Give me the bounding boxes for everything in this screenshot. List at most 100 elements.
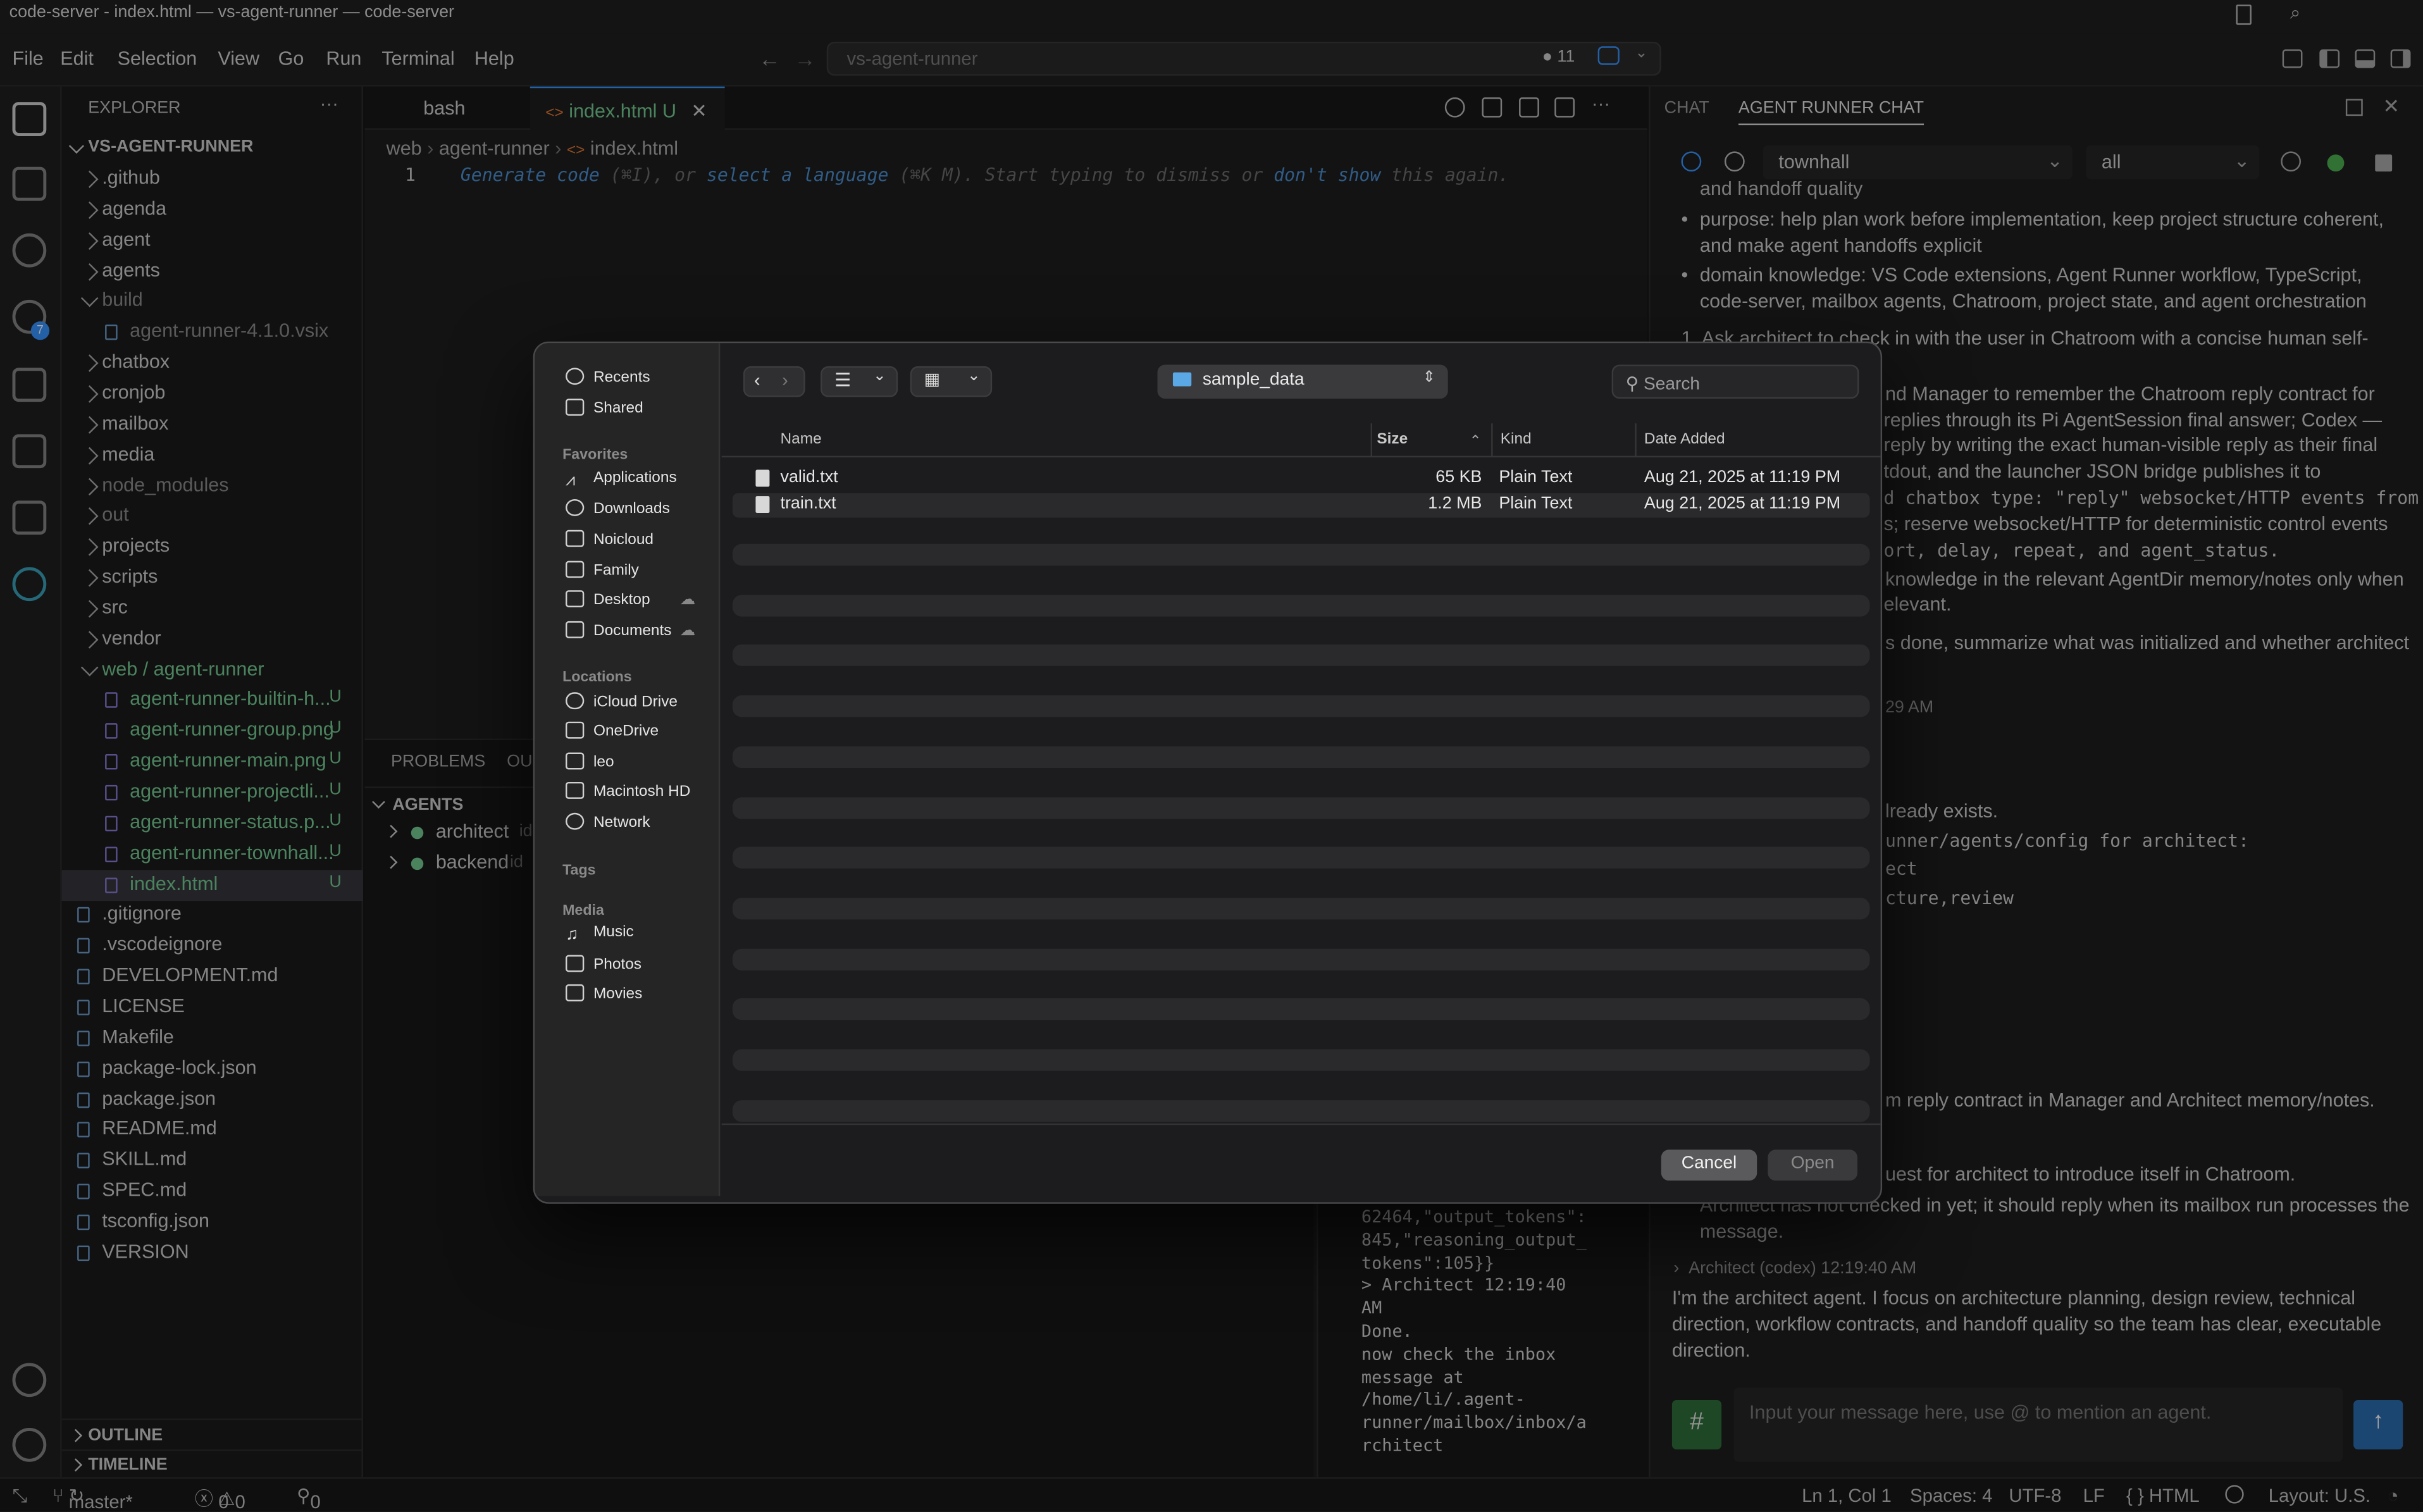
cloud-icon: ☁ [679,623,696,640]
sidebar-item-label: Movies [593,986,643,1003]
tags-heading: Tags [562,862,596,879]
documents-icon [565,621,585,638]
column-date-added[interactable]: Date Added [1644,431,1725,448]
dialog-sidebar: Recents Shared Favorites ⩘ Applications D… [535,343,721,1196]
sidebar-item-macintosh-hd[interactable]: Macintosh HD [565,781,691,807]
text-file-icon [755,469,770,487]
hard-drive-icon [565,781,585,799]
sidebar-item-label: Noicloud [593,531,654,549]
folder-icon [565,561,585,578]
sidebar-item-label: OneDrive [593,723,659,741]
clock-icon [565,368,585,385]
sidebar-item-family[interactable]: Family [565,561,639,586]
folder-icon [565,530,585,547]
column-kind[interactable]: Kind [1501,431,1532,448]
open-button[interactable]: Open [1768,1149,1858,1181]
sidebar-item-leo[interactable]: leo [565,752,614,778]
folder-name: sample_data [1202,371,1304,390]
photos-icon [565,955,585,972]
empty-row [732,645,1870,667]
empty-row [732,897,1870,920]
movies-icon [565,984,585,1001]
dialog-toolbar: ‹ › ☰ ⌄ ▦ ⌄ sample_data ⇕ ⚲ Search [722,343,1881,420]
file-open-dialog: Recents Shared Favorites ⩘ Applications D… [533,341,1883,1204]
sidebar-item-label: Applications [593,469,677,487]
file-date: Aug 21, 2025 at 11:19 PM [1644,468,1841,487]
sidebar-item-label: Downloads [593,500,670,518]
dialog-search-input[interactable]: ⚲ Search [1611,364,1859,399]
sidebar-item-network[interactable]: Network [565,812,650,838]
empty-row [732,796,1870,819]
sidebar-item-downloads[interactable]: Downloads [565,499,670,524]
sidebar-item-label: Photos [593,956,642,974]
view-list-button[interactable]: ☰ ⌄ [821,366,898,397]
cloud-icon: ☁ [679,592,696,609]
column-size[interactable]: Size [1377,431,1408,448]
empty-row [732,1100,1870,1122]
chevron-down-icon: ⌄ [967,368,981,385]
column-name[interactable]: Name [781,431,822,448]
file-row[interactable]: valid.txt 65 KB Plain Text Aug 21, 2025 at … [733,467,1870,492]
empty-row [732,847,1870,869]
sidebar-item-icloud[interactable]: iCloud Drive [565,692,678,717]
icloud-icon [565,692,585,710]
sidebar-item-recents[interactable]: Recents [565,368,650,392]
sidebar-item-label: Music [593,924,634,941]
search-icon: ⚲ [1625,375,1639,394]
list-view-icon: ☰ [834,369,852,391]
forward-chevron-icon[interactable]: › [782,369,788,391]
sidebar-item-label: Shared [593,400,643,418]
folder-icon [565,721,585,739]
footer-divider [721,1123,1881,1125]
updown-icon: ⇕ [1422,369,1436,387]
sidebar-item-label: leo [593,753,614,771]
chevron-down-icon: ⌄ [873,368,886,385]
sidebar-item-label: Desktop [593,592,650,609]
home-icon [565,752,585,770]
empty-row [732,746,1870,768]
music-icon: ♫ [565,926,579,945]
folder-icon [1172,372,1192,387]
desktop-icon [565,590,585,607]
file-row[interactable]: train.txt 1.2 MB Plain Text Aug 21, 2025 at… [732,492,1870,517]
sidebar-item-label: Family [593,562,639,579]
group-button[interactable]: ▦ ⌄ [910,366,993,397]
sidebar-item-shared[interactable]: Shared [565,399,643,423]
sidebar-item-applications[interactable]: ⩘ Applications [566,470,677,495]
sidebar-item-desktop[interactable]: Desktop ☁ [565,590,714,615]
empty-row [732,695,1870,717]
sidebar-item-label: Documents [593,623,672,640]
search-placeholder: Search [1644,375,1701,394]
sidebar-item-photos[interactable]: Photos [565,955,642,980]
file-kind: Plain Text [1499,493,1573,512]
file-name: train.txt [780,493,836,512]
text-file-icon [755,495,770,512]
file-size: 65 KB [1435,468,1482,487]
empty-row [732,594,1870,616]
folder-path-select[interactable]: sample_data ⇕ [1157,364,1448,399]
sidebar-item-onedrive[interactable]: OneDrive [565,721,659,747]
back-chevron-icon[interactable]: ‹ [754,369,760,391]
cancel-button[interactable]: Cancel [1661,1149,1757,1181]
file-date: Aug 21, 2025 at 11:19 PM [1644,493,1841,512]
applications-icon: ⩘ [565,471,576,490]
file-kind: Plain Text [1499,468,1573,487]
sidebar-item-label: Network [593,814,650,832]
network-icon [565,812,585,830]
file-list-header: Name Size ⌃ Kind Date Added [721,423,1881,458]
empty-row [732,948,1870,970]
sort-chevron-icon: ⌃ [1469,432,1482,449]
nav-buttons: ‹ › [743,366,805,397]
sidebar-item-movies[interactable]: Movies [565,984,643,1009]
favorites-heading: Favorites [562,446,628,464]
empty-row [732,543,1870,566]
sidebar-item-noicloud[interactable]: Noicloud [565,530,654,555]
sidebar-item-music[interactable]: ♫ Music [566,924,634,949]
sidebar-item-label: Recents [593,369,650,387]
shared-folder-icon [565,399,585,416]
empty-row [732,1049,1870,1071]
downloads-icon [565,499,585,516]
sidebar-item-label: Macintosh HD [593,783,691,801]
file-size: 1.2 MB [1428,493,1482,512]
sidebar-item-documents[interactable]: Documents ☁ [565,621,714,646]
